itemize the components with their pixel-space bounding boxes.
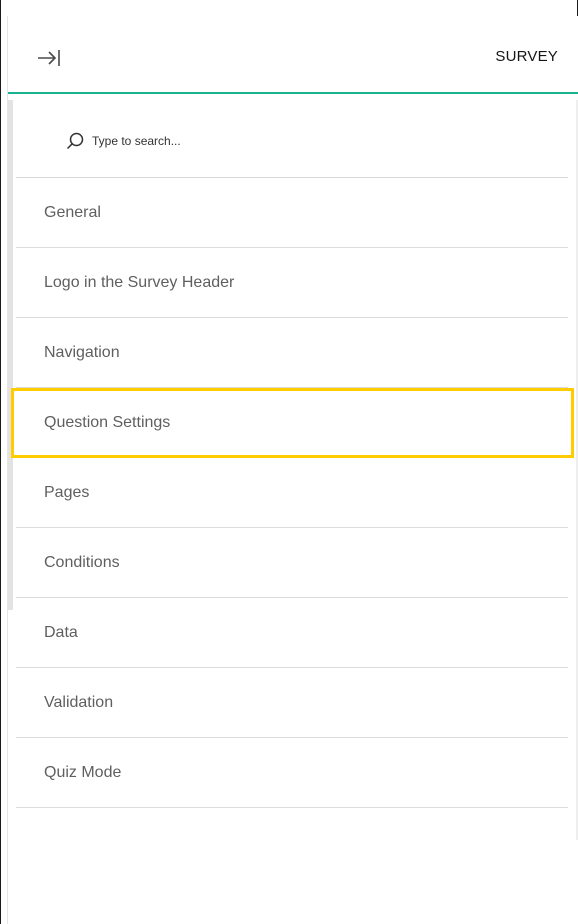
property-grid-panel: SURVEY General Logo in the Survey Header… [7, 16, 578, 924]
left-scrollbar[interactable] [8, 100, 13, 610]
collapse-panel-button[interactable] [28, 38, 68, 78]
property-category-list: General Logo in the Survey Header Naviga… [11, 178, 574, 808]
category-validation[interactable]: Validation [16, 668, 568, 738]
category-conditions[interactable]: Conditions [16, 528, 568, 598]
category-quiz-mode[interactable]: Quiz Mode [16, 738, 568, 808]
search-bar [16, 104, 568, 178]
category-question-settings[interactable]: Question Settings [11, 388, 574, 458]
category-logo-in-survey-header[interactable]: Logo in the Survey Header [16, 248, 568, 318]
category-label: Quiz Mode [44, 764, 122, 781]
category-data[interactable]: Data [16, 598, 568, 668]
panel-header: SURVEY [8, 16, 578, 94]
category-navigation[interactable]: Navigation [16, 318, 568, 388]
window-frame: SURVEY General Logo in the Survey Header… [0, 0, 578, 924]
search-input[interactable] [92, 130, 512, 152]
search-icon [66, 132, 84, 150]
category-label: Validation [44, 694, 114, 711]
panel-title: SURVEY [495, 48, 558, 65]
category-label: Pages [44, 484, 90, 501]
category-label: Logo in the Survey Header [44, 274, 235, 291]
category-general[interactable]: General [16, 178, 568, 248]
category-label: General [44, 204, 101, 221]
arrow-right-to-bar-icon [38, 50, 60, 66]
category-label: Data [44, 624, 78, 641]
category-pages[interactable]: Pages [16, 458, 568, 528]
category-label: Navigation [44, 344, 120, 361]
category-label: Conditions [44, 554, 120, 571]
category-label: Question Settings [44, 414, 171, 431]
